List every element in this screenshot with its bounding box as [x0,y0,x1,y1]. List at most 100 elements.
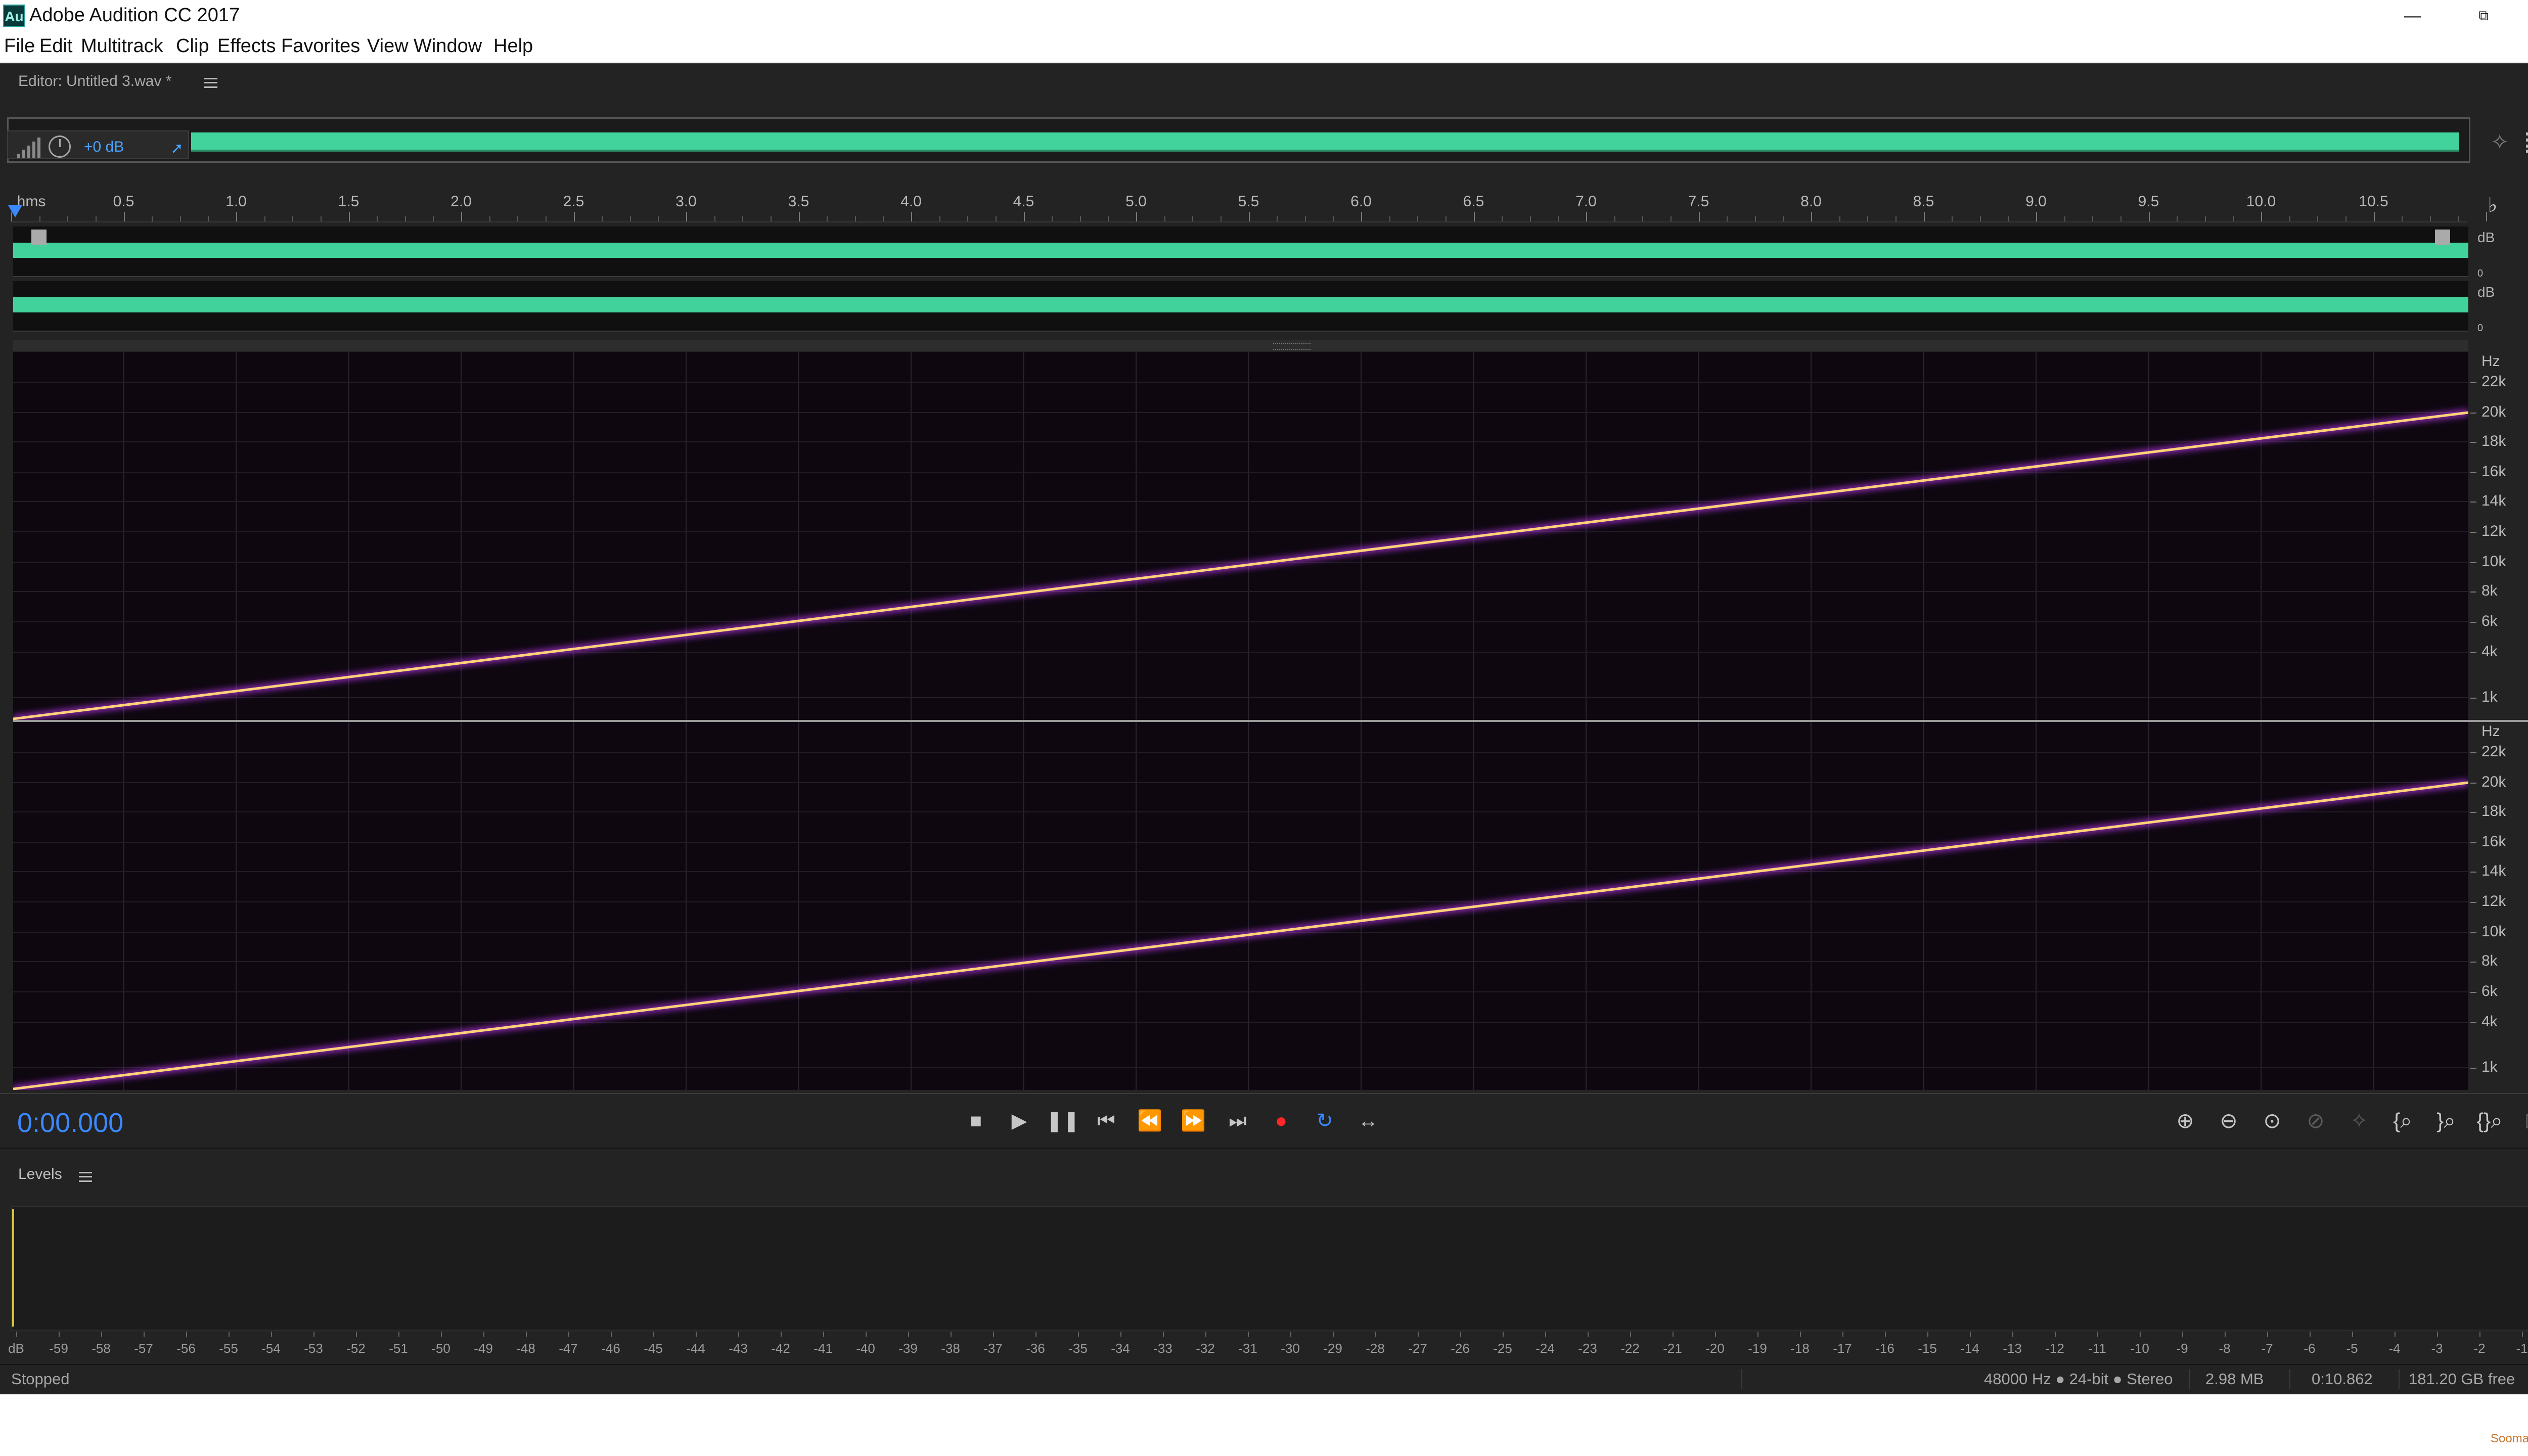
stop-icon[interactable]: ■ [959,1107,993,1134]
level-meter-peak [12,1209,14,1327]
level-scale-tick [1163,1332,1164,1337]
fade-in-handle[interactable] [31,230,47,245]
level-scale-label: -22 [1620,1341,1640,1356]
menu-view[interactable]: View [367,35,409,57]
file-size: 2.98 MB [2205,1370,2264,1388]
splitter-grip[interactable] [1273,343,1311,350]
ruler-tick-label: 5.5 [1238,193,1259,210]
ruler-tick [1277,216,1278,221]
ruler-tick [798,212,800,221]
ruler-tick [1979,216,1981,221]
ruler-tick [2036,212,2037,221]
fast-forward-icon[interactable]: ⏩ [1176,1107,1210,1134]
level-scale-tick [59,1332,60,1337]
hz-tick-label: 12k [2481,523,2506,539]
level-scale-label: -5 [2346,1341,2358,1356]
level-scale-label: -10 [2130,1341,2149,1356]
pin-icon[interactable]: ➚ [169,141,185,157]
watermark: Soomal.com [2491,1432,2528,1445]
fade-out-handle[interactable] [2435,230,2450,245]
play-icon[interactable]: ▶ [1002,1107,1036,1134]
zoom-to-selection-icon[interactable]: {⌕ [2382,1106,2423,1135]
zoom-out-at-playhead-icon[interactable]: {}⌕ [2469,1106,2510,1135]
hz-tick [2470,622,2476,623]
go-to-end-icon[interactable]: ⏭ [1221,1107,1255,1134]
db-zero-right: 0 [2477,323,2484,334]
hz-tick-label: 16k [2481,833,2506,850]
menu-multitrack[interactable]: Multitrack [81,35,163,57]
level-scale-label: -52 [346,1341,366,1356]
level-scale-label: -57 [134,1341,153,1356]
menu-effects[interactable]: Effects [217,35,276,57]
level-scale-tick [1290,1332,1291,1337]
time-display[interactable]: 0:00.000 [17,1107,123,1139]
skip-selection-icon[interactable]: ↔ [1351,1107,1385,1134]
volume-readout[interactable]: +0 dB [84,139,124,156]
db-zero-left: 0 [2477,268,2484,279]
levels-panel-title[interactable]: Levels [18,1166,62,1183]
zoom-out-amplitude-icon[interactable]: ⊖ [2208,1106,2249,1135]
level-scale-label: -6 [2304,1341,2316,1356]
ruler-tick [2317,216,2319,221]
playhead-marker[interactable] [8,205,22,217]
ruler-tick [39,216,40,221]
waveform-left-channel[interactable] [13,226,2468,277]
status-separator [1741,1369,1742,1389]
ruler-tick [1586,212,1587,221]
ruler-tick [967,216,969,221]
close-icon[interactable]: ✕ [2524,0,2528,31]
ruler-tick [123,212,125,221]
time-ruler[interactable]: hms 0.5 1.0 1.5 2.0 2.5 3.0 3.5 4.0 4.5 5.0 5.5 6.0… [11,191,2487,222]
ruler-tick [2204,216,2206,221]
level-scale-label: -34 [1111,1341,1130,1356]
go-to-start-icon[interactable]: ⏮ [1089,1107,1123,1134]
rewind-icon[interactable]: ⏪ [1133,1107,1167,1134]
minimize-icon[interactable]: — [2382,0,2443,31]
ruler-tick [770,216,772,221]
ruler-tick [517,216,519,221]
hz-tick [2470,842,2476,843]
menu-window[interactable]: Window [414,35,482,57]
level-scale-label: -54 [261,1341,281,1356]
frequency-sweep-line [13,781,2468,1090]
hz-tick [2470,932,2476,933]
ruler-tick-label: 10.5 [2359,193,2388,210]
editor-tab[interactable]: Editor: Untitled 3.wav * [18,73,171,90]
menu-help[interactable]: Help [493,35,533,57]
ruler-tick [1248,212,1250,221]
disk-free-space: 181.20 GB free [2409,1370,2515,1388]
pause-icon[interactable]: ❚❚ [1046,1107,1080,1134]
level-scale-tick [951,1332,952,1337]
hz-tick [2470,532,2476,533]
view-options-icon[interactable] [2526,132,2528,153]
menu-clip[interactable]: Clip [176,35,209,57]
levels-panel-menu-icon[interactable] [79,1172,92,1182]
ruler-tick [67,216,69,221]
record-icon[interactable]: ● [1264,1107,1298,1134]
ruler-tick [939,216,940,221]
hz-tick [2470,902,2476,903]
spectral-display-left[interactable] [13,352,2468,720]
ruler-tick [1839,216,1840,221]
zoom-navigator-icon[interactable]: ✧ [2487,129,2513,156]
view-splitter[interactable] [13,340,2468,351]
loop-icon[interactable]: ↻ [1307,1107,1342,1134]
spectral-display-right[interactable] [13,722,2468,1090]
ruler-tick-label: 6.5 [1463,193,1484,210]
editor-panel-menu-icon[interactable] [204,78,217,88]
headphones-icon[interactable]: ♭ [2481,194,2504,216]
level-scale-tick [866,1332,867,1337]
ruler-tick [348,212,350,221]
zoom-in-at-playhead-icon[interactable]: }⌕ [2426,1106,2466,1135]
menu-favorites[interactable]: Favorites [281,35,360,57]
waveform-right-channel[interactable] [13,281,2468,332]
restore-icon[interactable]: ⧉ [2453,0,2514,31]
menu-edit[interactable]: Edit [39,35,72,57]
zoom-in-amplitude-icon[interactable]: ⊕ [2165,1106,2205,1135]
zoom-in-time-icon[interactable]: ⊙ [2252,1106,2292,1135]
menu-file[interactable]: File [4,35,35,57]
level-scale-tick [356,1332,357,1337]
volume-knob[interactable] [49,135,71,158]
level-scale-tick [101,1332,102,1337]
hz-tick [2470,502,2476,503]
